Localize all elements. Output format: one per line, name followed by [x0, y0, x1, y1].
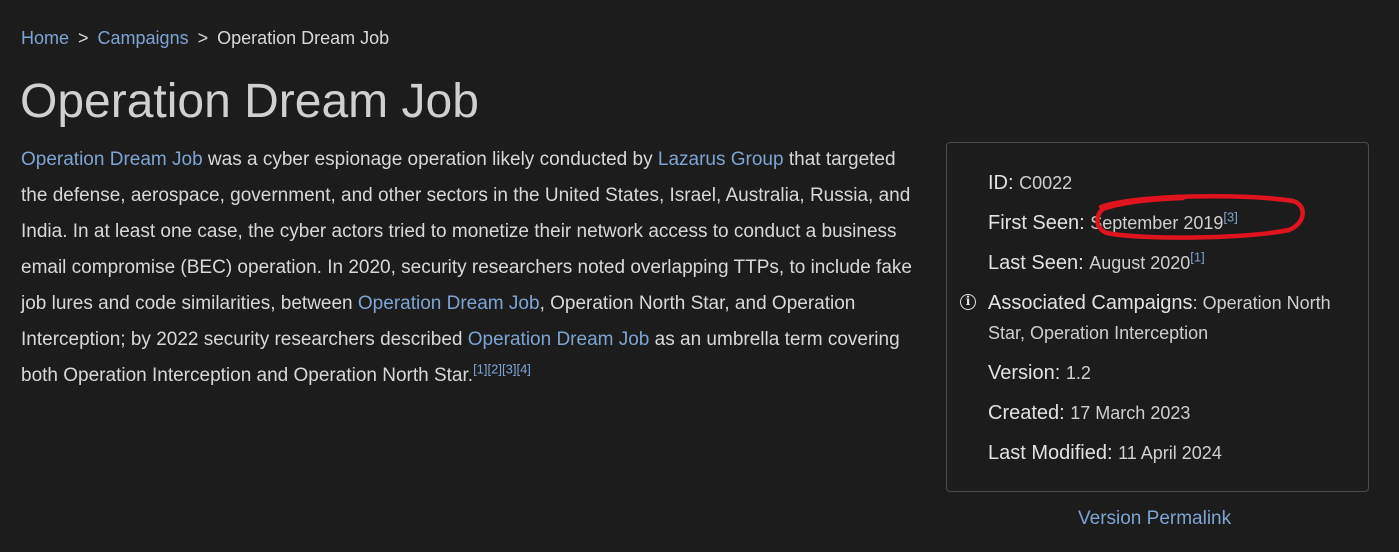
id-row: ID: C0022 — [988, 168, 1072, 198]
campaign-description: Operation Dream Job was a cyber espionag… — [21, 142, 921, 394]
last-modified-value: 11 April 2024 — [1118, 443, 1222, 463]
citation-link[interactable]: [2] — [488, 362, 502, 377]
citation-refs: [1][2][3][4] — [473, 362, 531, 377]
breadcrumb-separator: > — [197, 28, 209, 48]
first-seen-row: First Seen: September 2019[3] — [988, 208, 1238, 238]
last-modified-row: Last Modified: 11 April 2024 — [988, 438, 1222, 468]
first-seen-label: First Seen: — [988, 212, 1085, 234]
id-label: ID: — [988, 172, 1014, 194]
page: Home > Campaigns > Operation Dream Job Opera… — [0, 0, 1399, 552]
citation-link[interactable]: [1] — [473, 362, 487, 377]
citation-link[interactable]: [3] — [1223, 209, 1237, 224]
created-value: 17 March 2023 — [1070, 403, 1191, 423]
description-text: that targeted the defense, aerospace, go… — [21, 149, 912, 314]
version-value: 1.2 — [1065, 363, 1091, 383]
breadcrumb-campaigns-link[interactable]: Campaigns — [98, 28, 189, 48]
breadcrumb-separator: > — [78, 28, 89, 48]
operation-dream-job-link[interactable]: Operation Dream Job — [468, 329, 650, 350]
created-row: Created: 17 March 2023 — [988, 398, 1190, 428]
associated-campaigns-label: Associated Campaigns — [988, 292, 1193, 314]
associated-campaigns-row: Associated Campaigns: Operation North St… — [988, 288, 1358, 348]
id-value: C0022 — [1019, 173, 1073, 193]
last-seen-value: August 2020 — [1089, 253, 1191, 273]
page-title: Operation Dream Job — [20, 75, 479, 128]
last-seen-row: Last Seen: August 2020[1] — [988, 248, 1205, 278]
version-label: Version: — [988, 362, 1061, 384]
description-text: was a cyber espionage operation likely c… — [202, 149, 658, 170]
citation-link[interactable]: [3] — [502, 362, 516, 377]
citation-link[interactable]: [1] — [1190, 249, 1204, 264]
citation-link[interactable]: [4] — [516, 362, 530, 377]
campaign-info-card: ID: C0022 First Seen: September 2019[3] … — [946, 142, 1369, 492]
info-circle-icon[interactable]: i — [960, 294, 976, 310]
version-row: Version: 1.2 — [988, 358, 1091, 388]
breadcrumb-current: Operation Dream Job — [217, 28, 390, 48]
last-seen-label: Last Seen: — [988, 252, 1084, 274]
operation-dream-job-link[interactable]: Operation Dream Job — [21, 149, 203, 170]
version-permalink-link[interactable]: Version Permalink — [1078, 507, 1231, 531]
last-modified-label: Last Modified: — [988, 442, 1113, 464]
created-label: Created: — [988, 402, 1065, 424]
first-seen-value: September 2019 — [1090, 213, 1224, 233]
breadcrumb-home-link[interactable]: Home — [21, 28, 69, 48]
breadcrumb: Home > Campaigns > Operation Dream Job — [21, 27, 389, 49]
lazarus-group-link[interactable]: Lazarus Group — [658, 149, 784, 170]
operation-dream-job-link[interactable]: Operation Dream Job — [358, 293, 540, 314]
